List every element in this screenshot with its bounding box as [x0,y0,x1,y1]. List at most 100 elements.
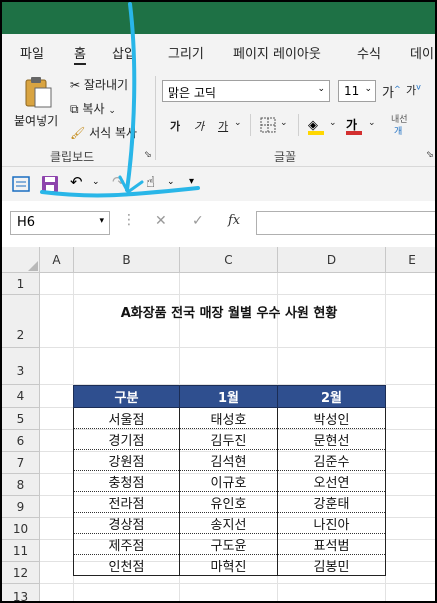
table-cell[interactable]: 마혁진 [179,554,278,576]
format-painter-label: 서식 복사 [89,126,138,140]
fill-color-button[interactable]: ◈ [308,114,328,136]
table-cell[interactable]: 나진아 [277,512,386,534]
table-cell[interactable]: 오선연 [277,470,386,492]
tab-formulas[interactable]: 수식 [357,43,381,62]
tab-data[interactable]: 데이 [410,43,434,62]
tab-page-layout[interactable]: 페이지 레이아웃 [233,43,321,62]
column-header-d[interactable]: D [278,247,386,273]
paste-icon [25,77,52,108]
cancel-icon[interactable]: ✕ [155,213,167,229]
scissors-icon: ✂ [70,78,81,92]
table-cell[interactable]: 김석현 [179,449,278,471]
table-cell[interactable]: 경기점 [73,428,180,450]
save-icon[interactable] [41,175,59,193]
chevron-down-icon[interactable]: ⌄ [234,118,242,128]
tab-draw[interactable]: 그리기 [168,43,204,62]
row-header-9[interactable]: 9 [2,496,40,518]
ribbon: 붙여넣기 ✂ 잘라내기 ⧉ 복사 ⌄ 🖌 서식 복사 클립보드 ⬂ 맑은 고딕 … [2,68,435,167]
table-cell[interactable]: 강훈태 [277,491,386,513]
table-cell[interactable]: 송지선 [179,512,278,534]
name-box[interactable]: H6 ▾ [10,211,110,235]
chevron-down-icon[interactable]: ⌄ [368,118,376,128]
column-header-a[interactable]: A [40,247,74,273]
italic-button[interactable]: 가 [194,118,204,134]
row-header-11[interactable]: 11 [2,540,40,562]
enter-icon[interactable]: ✓ [192,213,204,229]
divider [155,76,156,160]
row-header-8[interactable]: 8 [2,474,40,496]
row-header-3[interactable]: 3 [2,348,40,385]
worksheet-grid[interactable]: A B C D E 1 2 3 4 5 6 7 8 9 10 11 12 13 … [2,243,435,601]
table-cell[interactable]: 서울점 [73,407,180,429]
paste-label: 붙여넣기 [14,114,59,128]
paste-button[interactable]: 붙여넣기 [12,74,62,134]
row-header-2[interactable]: 2 [2,295,40,348]
ribbon-tabs: 파일 홈 삽입 그리기 페이지 레이아웃 수식 데이 [2,34,435,68]
table-cell[interactable]: 이규호 [179,470,278,492]
chevron-down-icon[interactable]: ⌄ [329,118,337,128]
table-cell[interactable]: 구도윤 [179,533,278,555]
table-cell[interactable]: 강원점 [73,449,180,471]
chevron-down-icon[interactable]: ⌄ [280,118,288,128]
column-header-b[interactable]: B [74,247,180,273]
table-cell[interactable]: 유인호 [179,491,278,513]
row-header-12[interactable]: 12 [2,562,40,584]
table-cell[interactable]: 전라점 [73,491,180,513]
border-icon[interactable] [260,117,276,133]
more-icon: ⋮ [122,212,136,228]
formula-input[interactable] [256,211,435,235]
column-header-c[interactable]: C [180,247,278,273]
chevron-down-icon[interactable]: ⌄ [167,177,175,187]
divider [250,114,251,136]
underline-button[interactable]: 가 [218,118,228,134]
brush-icon: 🖌 [70,126,86,140]
table-cell[interactable]: 경상점 [73,512,180,534]
insert-function-icon[interactable]: fx [228,213,240,228]
table-cell[interactable]: 김준수 [277,449,386,471]
format-painter-button[interactable]: 🖌 서식 복사 [70,124,137,141]
row-header-6[interactable]: 6 [2,430,40,452]
dialog-launcher-icon[interactable]: ⬂ [426,150,434,160]
table-cell[interactable]: 표석범 [277,533,386,555]
customize-qat-icon[interactable]: ▾ [189,176,194,187]
font-size-select[interactable]: 11 ⌄ [338,80,376,102]
table-cell[interactable]: 인천점 [73,554,180,576]
table-cell[interactable]: 태성호 [179,407,278,429]
chevron-down-icon[interactable]: ⌄ [92,177,100,187]
touch-mode-icon[interactable]: ☝ [146,173,155,191]
row-header-13[interactable]: 13 [2,584,40,601]
font-color-button[interactable]: 가 [346,114,366,136]
cut-button[interactable]: ✂ 잘라내기 [70,76,128,93]
bold-button[interactable]: 가 [170,118,180,134]
grow-font-button[interactable]: 가^ [382,82,401,101]
row-header-7[interactable]: 7 [2,452,40,474]
chevron-down-icon: ⌄ [108,106,116,116]
header-cell-jan[interactable]: 1월 [179,385,278,408]
table-cell[interactable]: 박성인 [277,407,386,429]
form-icon[interactable] [12,175,30,193]
table-cell[interactable]: 김봉민 [277,554,386,576]
table-cell[interactable]: 충청점 [73,470,180,492]
tab-insert[interactable]: 삽입 [112,43,136,62]
row-header-5[interactable]: 5 [2,408,40,430]
copy-button[interactable]: ⧉ 복사 ⌄ [70,100,116,117]
row-header-10[interactable]: 10 [2,518,40,540]
dialog-launcher-icon[interactable]: ⬂ [144,150,152,160]
tab-home[interactable]: 홈 [74,43,86,62]
header-cell-feb[interactable]: 2월 [277,385,386,408]
column-header-e[interactable]: E [386,247,435,273]
redo-icon[interactable]: ↷ [112,173,125,191]
row-header-1[interactable]: 1 [2,273,40,295]
tab-file[interactable]: 파일 [20,43,44,62]
header-cell-region[interactable]: 구분 [73,385,180,408]
undo-icon[interactable]: ↶ [70,173,83,191]
table-cell[interactable]: 김두진 [179,428,278,450]
formula-bar: H6 ▾ ⋮ ✕ ✓ fx [2,201,435,244]
row-header-4[interactable]: 4 [2,385,40,408]
font-name-select[interactable]: 맑은 고딕 ⌄ [162,80,330,102]
excel-window: 파일 홈 삽입 그리기 페이지 레이아웃 수식 데이 붙여넣기 ✂ 잘라내기 ⧉… [0,0,437,603]
sheet-title[interactable]: A화장품 전국 매장 월별 우수 사원 현황 [74,302,384,321]
table-cell[interactable]: 문현선 [277,428,386,450]
shrink-font-button[interactable]: 가v [406,82,421,98]
table-cell[interactable]: 제주점 [73,533,180,555]
